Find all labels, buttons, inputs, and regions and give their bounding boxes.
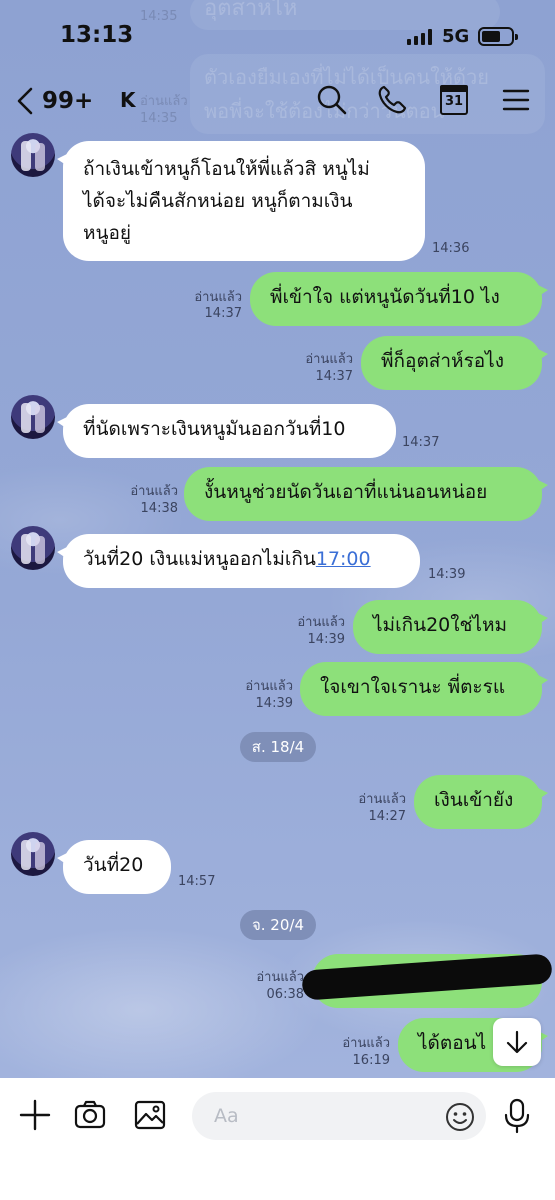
contact-avatar[interactable] [11, 133, 55, 177]
read-receipt: อ่านแล้ว [297, 615, 345, 630]
message-time: 14:37 [315, 369, 353, 384]
back-button[interactable]: 99+ [14, 84, 104, 118]
time-link[interactable]: 17:00 [316, 548, 371, 570]
message-time: 14:36 [432, 241, 470, 256]
read-receipt: อ่านแล้ว [342, 1036, 390, 1051]
message-time: 14:39 [255, 696, 293, 711]
message-time: 14:37 [402, 435, 440, 450]
message-text: วันที่20 เงินแม่หนูออกไม่เกิน [83, 548, 316, 570]
read-receipt: อ่านแล้ว [256, 970, 304, 985]
message-time: 14:38 [140, 501, 178, 516]
composer-bar [0, 1078, 555, 1200]
message-outgoing[interactable]: พี่ก็อุตส่าห์รอไง [361, 336, 548, 390]
signal-icon [407, 29, 433, 45]
message-incoming[interactable]: ที่นัดเพราะเงินหนูมันออกวันที่10 [57, 404, 396, 458]
camera-icon[interactable] [73, 1098, 107, 1132]
plus-icon[interactable] [18, 1098, 52, 1132]
battery-icon [478, 27, 518, 46]
message-outgoing[interactable]: พี่เข้าใจ แต่หนูนัดวันที่10 ไง [250, 272, 548, 326]
read-receipt: อ่านแล้ว [194, 290, 242, 305]
message-input[interactable] [192, 1092, 486, 1140]
scroll-to-bottom-button[interactable] [493, 1018, 541, 1066]
message-line: ได้จะไม่คืนสักหน่อย หนูก็ตามเงิน [83, 190, 353, 212]
message-time: 14:39 [428, 567, 466, 582]
read-receipt: อ่านแล้ว [305, 352, 353, 367]
date-separator: จ. 20/4 [240, 910, 316, 940]
message-outgoing[interactable]: ไม่เกิน20ใช่ไหม [353, 600, 548, 654]
arrow-down-icon [506, 1030, 528, 1054]
read-receipt: อ่านแล้ว [130, 484, 178, 499]
emoji-icon[interactable] [444, 1101, 476, 1133]
contact-avatar[interactable] [11, 395, 55, 439]
message-time: 14:39 [307, 632, 345, 647]
chevron-left-icon [17, 87, 33, 115]
chat-title: K [120, 88, 136, 112]
message-line: หนูอยู่ [83, 222, 132, 244]
calendar-day: 31 [444, 94, 464, 109]
chat-header: 99+ K 31 [0, 72, 555, 128]
message-time: 16:19 [352, 1053, 390, 1068]
unread-count: 99+ [42, 88, 94, 114]
read-receipt: อ่านแล้ว [245, 679, 293, 694]
microphone-icon[interactable] [500, 1097, 534, 1135]
search-icon[interactable] [316, 84, 348, 116]
read-receipt: อ่านแล้ว [358, 792, 406, 807]
message-time: 14:37 [204, 306, 242, 321]
message-time: 14:27 [368, 809, 406, 824]
message-line: ถ้าเงินเข้าหนูก็โอนให้พี่แล้วสิ หนูไม่ [83, 158, 370, 180]
date-separator: ส. 18/4 [240, 732, 316, 762]
image-icon[interactable] [133, 1098, 167, 1132]
message-time: 06:38 [266, 987, 304, 1002]
network-type: 5G [442, 26, 470, 47]
calendar-icon[interactable]: 31 [440, 85, 468, 115]
contact-avatar[interactable] [11, 832, 55, 876]
message-outgoing[interactable]: ใจเขาใจเรานะ พี่ตะรแ [300, 662, 548, 716]
status-bar: 13:13 5G [0, 0, 555, 72]
message-outgoing[interactable]: งั้นหนูช่วยนัดวันเอาที่แน่นอนหน่อย [184, 467, 548, 521]
message-incoming[interactable]: วันที่20 [57, 840, 171, 894]
contact-avatar[interactable] [11, 526, 55, 570]
menu-icon[interactable] [500, 84, 532, 116]
message-incoming[interactable]: ถ้าเงินเข้าหนูก็โอนให้พี่แล้วสิ หนูไม่ ไ… [57, 141, 425, 261]
status-time: 13:13 [60, 22, 134, 48]
message-incoming[interactable]: วันที่20 เงินแม่หนูออกไม่เกิน17:00 [57, 534, 420, 588]
phone-icon[interactable] [376, 84, 408, 116]
message-outgoing[interactable]: เงินเข้ายัง [414, 775, 548, 829]
message-time: 14:57 [178, 874, 216, 889]
